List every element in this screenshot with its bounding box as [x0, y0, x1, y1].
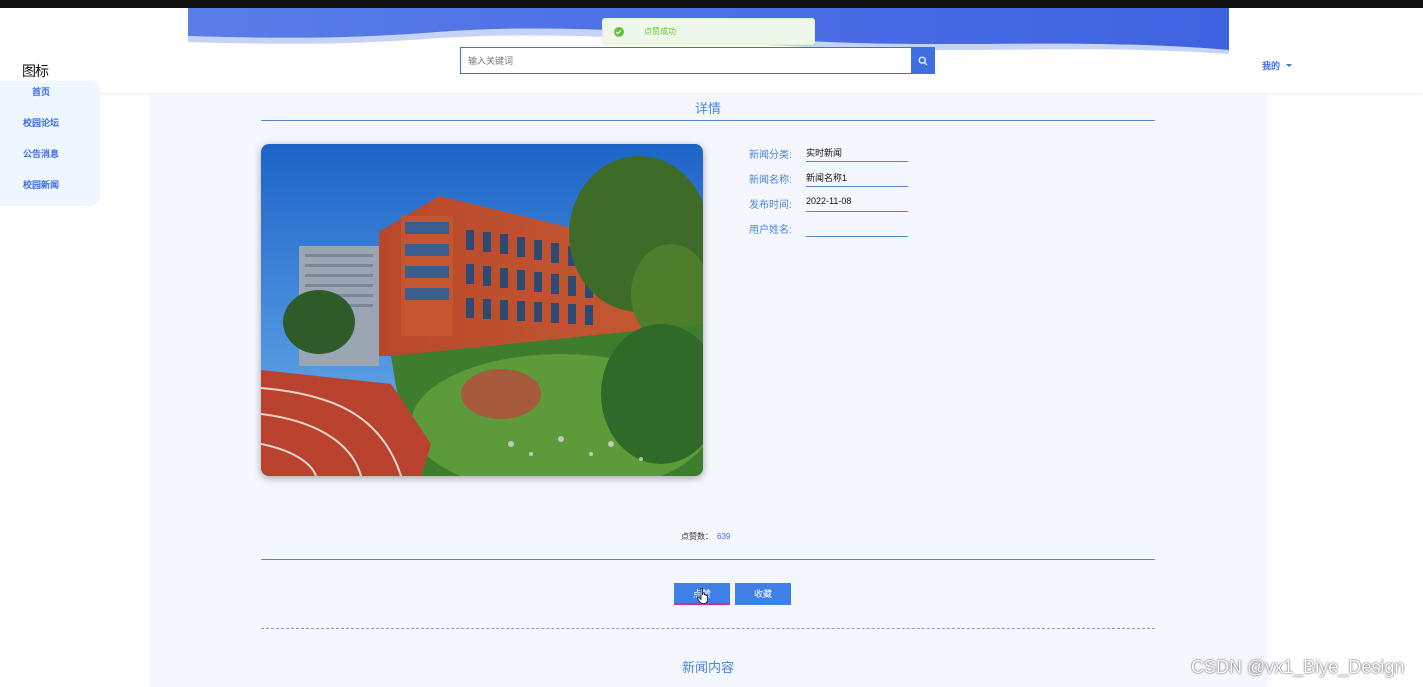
hand-cursor-icon [697, 588, 708, 604]
field-publish-time: 发布时间: 2022-11-08 [749, 194, 909, 212]
caret-down-icon [1286, 64, 1293, 67]
field-category-label: 新闻分类: [749, 150, 792, 161]
search-icon [918, 56, 928, 65]
field-username-label: 用户姓名: [749, 225, 792, 236]
detail-title: 详情 [694, 101, 721, 116]
search-bar [460, 47, 935, 74]
site-logo: 图标 [22, 63, 49, 79]
search-button[interactable] [911, 47, 935, 74]
content-divider [261, 628, 1155, 629]
search-input[interactable] [460, 47, 911, 74]
like-count-label: 点赞数： [681, 532, 713, 541]
favorite-button[interactable]: 收藏 [735, 583, 791, 605]
field-name-label: 新闻名称: [749, 175, 792, 186]
sidebar-item-home[interactable]: 首页 [0, 85, 82, 98]
actions-divider [261, 559, 1155, 560]
field-category: 新闻分类: 实时新闻 [749, 144, 909, 162]
title-divider [261, 120, 1155, 121]
news-image [261, 144, 703, 476]
sidebar-nav: 首页 校园论坛 公告消息 校园新闻 [0, 81, 100, 206]
detail-panel: 详情 新闻分类: 实时新闻 新闻名称: 新闻名称1 发布时间: 2022-11-… [149, 94, 1268, 687]
like-count-value: 639 [717, 532, 731, 541]
like-count: 点赞数： 639 [681, 531, 730, 542]
field-category-value: 实时新闻 [806, 144, 908, 162]
field-publish-time-label: 发布时间: [749, 200, 792, 211]
field-publish-time-value: 2022-11-08 [806, 194, 908, 212]
field-name-value: 新闻名称1 [806, 169, 908, 187]
field-username-value [806, 219, 908, 237]
news-content-title: 新闻内容 [681, 660, 734, 675]
sidebar-item-forum[interactable]: 校园论坛 [0, 116, 82, 129]
user-menu-label: 我的 [1262, 61, 1281, 71]
field-username: 用户姓名: [749, 219, 909, 237]
field-name: 新闻名称: 新闻名称1 [749, 169, 909, 187]
sidebar-item-notices[interactable]: 公告消息 [0, 147, 82, 160]
sidebar-item-news[interactable]: 校园新闻 [0, 178, 82, 191]
success-toast: 点赞成功 [602, 18, 815, 45]
toast-message: 点赞成功 [644, 27, 676, 36]
success-check-icon [614, 26, 624, 37]
watermark-text: CSDN @vx1_Biye_Design [1191, 657, 1405, 677]
user-menu[interactable]: 我的 [1262, 59, 1293, 72]
window-top-bar [0, 0, 1423, 8]
